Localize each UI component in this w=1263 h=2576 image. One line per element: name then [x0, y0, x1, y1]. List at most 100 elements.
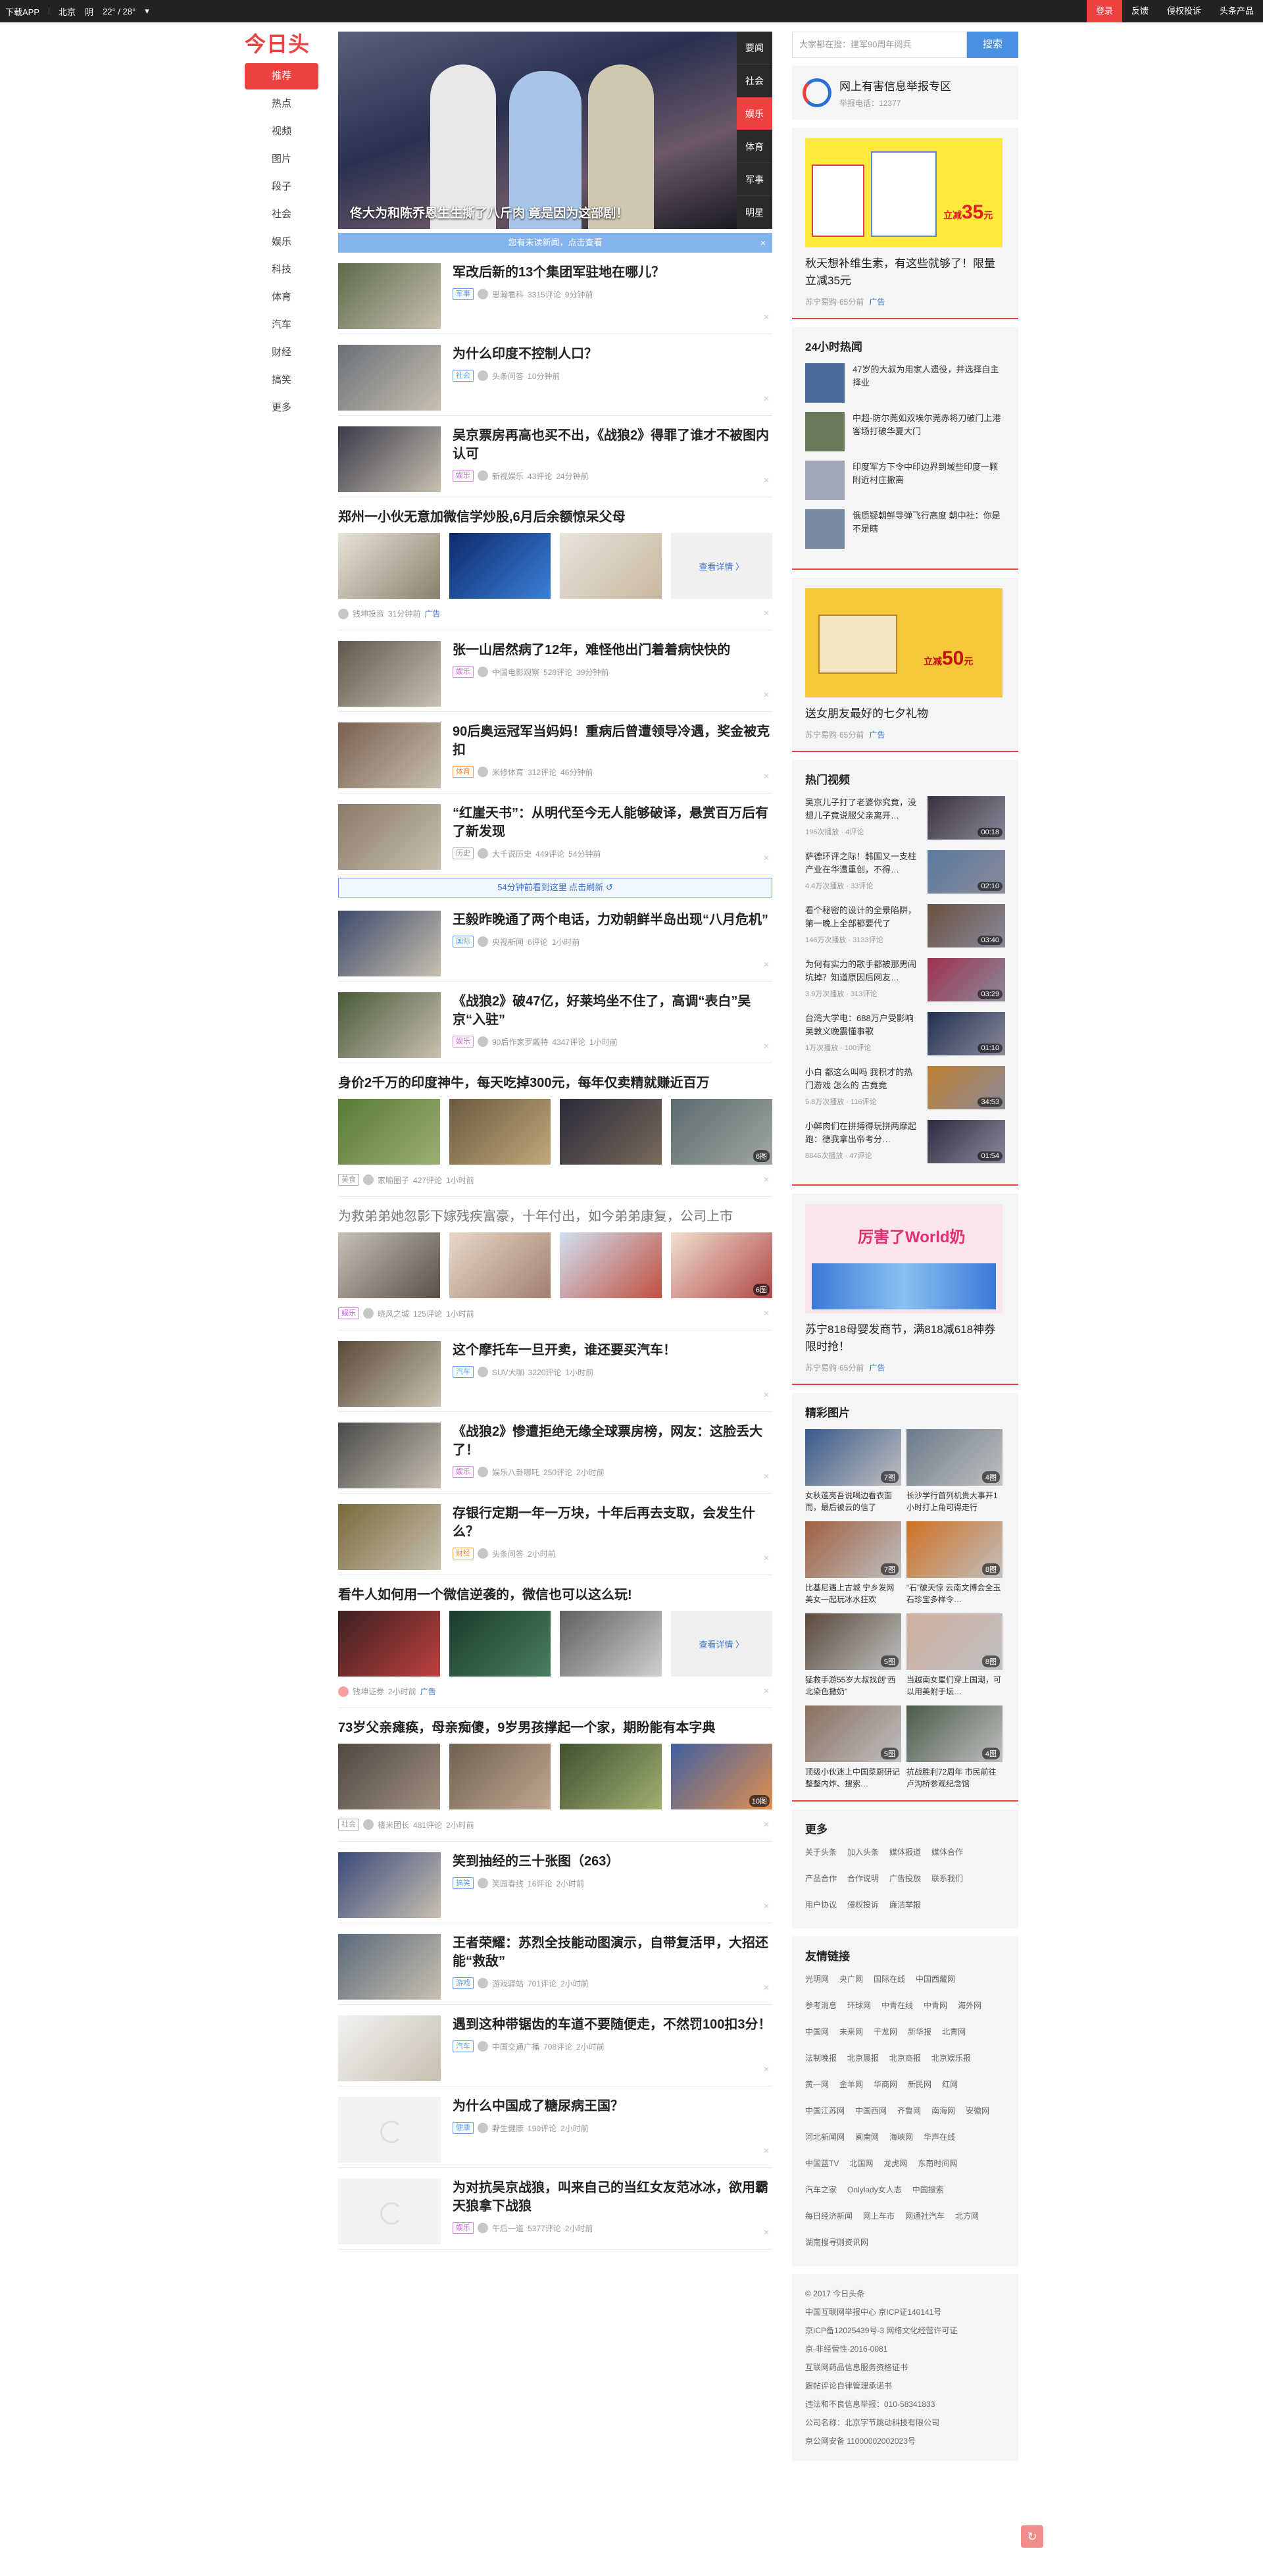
article-thumbnail[interactable]	[338, 1341, 441, 1407]
article-thumbnail[interactable]	[338, 1423, 441, 1488]
ad-image[interactable]: 厉害了World奶	[805, 1204, 1003, 1313]
friend-link[interactable]: 红网	[942, 2071, 958, 2098]
city-label[interactable]: 北京	[59, 5, 76, 18]
picture-title[interactable]: 猛救手游55岁大叔找创“西北染色撒奶”	[805, 1674, 901, 1698]
friend-link[interactable]: 北京商报	[889, 2045, 921, 2071]
multi-image-article[interactable]: 73岁父亲瘫痪，母亲痴傻，9岁男孩撑起一个家，期盼能有本字典 10图 社会 楼米…	[338, 1708, 772, 1842]
ad-source[interactable]: 钱坤投资	[353, 608, 384, 619]
video-thumbnail[interactable]: 03:40	[928, 904, 1005, 947]
comment-count[interactable]: 312评论	[528, 767, 557, 778]
category-tag[interactable]: 娱乐	[453, 470, 474, 482]
article-source[interactable]: 游戏驿站	[492, 1978, 524, 1989]
picture-item[interactable]: 7图 比基尼遇上古城 宁乡发网美女一起玩冰水狂欢	[805, 1521, 901, 1605]
ad-title[interactable]: 秋天想补维生素，有这些就够了！限量立减35元	[805, 255, 1005, 290]
article-title[interactable]: 吴京票房再高也买不出，《战狼2》得罪了谁才不被图内认可	[453, 426, 772, 463]
friend-link[interactable]: 华商网	[874, 2071, 897, 2098]
category-tag[interactable]: 社会	[338, 1819, 359, 1831]
friend-link[interactable]: Onlylady女人志	[847, 2177, 902, 2203]
article-title[interactable]: 张一山居然病了12年，难怪他出门着着病快快的	[453, 641, 772, 659]
comment-count[interactable]: 6评论	[528, 936, 548, 947]
article-title[interactable]: 军改后新的13个集团军驻地在哪儿？	[453, 263, 772, 282]
article-thumbnail[interactable]	[338, 426, 441, 492]
more-link[interactable]: 合作说明	[847, 1865, 879, 1892]
friend-link[interactable]: 河北新闻网	[805, 2124, 845, 2150]
footer-line[interactable]: 京公网安备 11000002002023号	[805, 2432, 1005, 2450]
nav-item[interactable]: 财经	[245, 340, 318, 366]
friend-link[interactable]: 海外网	[958, 1992, 981, 2019]
ad-multi-image[interactable]: 郑州一小伙无意加微信学炒股,6月后余额惊呆父母 查看详情 〉 钱坤投资 31分钟…	[338, 497, 772, 630]
article-source[interactable]: 野生健康	[492, 2123, 524, 2134]
hot-news-title[interactable]: 印度军方下令中印边界到域些印度一颗附近村庄撤离	[853, 461, 1005, 500]
article-title[interactable]: 《战狼2》破47亿，好莱坞坐不住了，高调“表白”吴京“入驻”	[453, 992, 772, 1029]
friend-link[interactable]: 光明网	[805, 1966, 829, 1992]
comment-count[interactable]: 16评论	[528, 1878, 552, 1889]
footer-line[interactable]: 跟帖评论自律管理承诺书	[805, 2377, 1005, 2395]
friend-link[interactable]: 北京晨报	[847, 2045, 879, 2071]
video-title[interactable]: 小白 都这么叫吗 我积才的热门游戏 怎么的 古竟竟	[805, 1066, 921, 1092]
hot-news-title[interactable]: 47岁的大叔为用家人遗役，并选择自主择业	[853, 363, 1005, 403]
more-link[interactable]: 用户协议	[805, 1892, 837, 1918]
hot-news-item[interactable]: 中超-防尔莞如双埃尔莞赤将刀破门上港客场打破华夏大门	[805, 412, 1005, 451]
video-item[interactable]: 台湾大学电：688万户受影响 吴敦义晚震懂事歌 1万次播放 · 100评论 01:1…	[805, 1012, 1005, 1055]
hot-news-image[interactable]	[805, 509, 845, 549]
comment-count[interactable]: 4347评论	[552, 1036, 585, 1048]
friend-link[interactable]: 北青网	[942, 2019, 966, 2045]
article-thumbnail[interactable]	[338, 804, 441, 870]
nav-item[interactable]: 科技	[245, 257, 318, 283]
video-item[interactable]: 看个秘密的设计的全景陷阱，第一晚上全部都要代了 146万次播放 · 3133评论 0…	[805, 904, 1005, 947]
ad-card[interactable]: 立减50元 送女朋友最好的七夕礼物 苏宁易购·65分前 广告	[792, 578, 1018, 752]
article-item[interactable]: “红崖天书”：从明代至今无人能够破译，悬赏百万后有了新发现 历史 大千说历史 449评…	[338, 794, 772, 875]
article-title[interactable]: 这个摩托车一旦开卖，谁还要买汽车！	[453, 1341, 772, 1359]
article-image[interactable]	[449, 1232, 551, 1298]
article-title[interactable]: 王者荣耀：苏烈全技能动图演示，自带复活甲，大招还能“救敌”	[453, 1934, 772, 1971]
article-image[interactable]: 6图	[670, 1232, 772, 1298]
article-thumbnail[interactable]	[338, 263, 441, 329]
article-source[interactable]: 楼米团长	[378, 1819, 409, 1831]
article-item[interactable]: 为什么中国成了糖尿病王国？ 健康 野生健康 190评论 2小时前 ✕	[338, 2086, 772, 2168]
friend-link[interactable]: 中国西藏网	[916, 1966, 955, 1992]
friend-link[interactable]: 龙虎网	[883, 2150, 907, 2177]
friend-link[interactable]: 安徽网	[966, 2098, 989, 2124]
video-title[interactable]: 为何有实力的歌手都被那男闹坑掉？知道原因后网友…	[805, 958, 921, 984]
article-title[interactable]: 笑到抽经的三十张图（263）	[453, 1852, 772, 1871]
article-thumbnail[interactable]	[338, 722, 441, 788]
category-tag[interactable]: 国际	[453, 936, 474, 947]
article-item[interactable]: 王毅昨晚通了两个电话，力劝朝鲜半岛出现“八月危机” 国际 央视新闻 6评论 1小时前 ✕	[338, 900, 772, 982]
article-item[interactable]: 为什么印度不控制人口？ 社会 头条问答 10分钟前 ✕	[338, 334, 772, 416]
dislike-icon[interactable]: ✕	[763, 1820, 770, 1829]
article-thumbnail[interactable]	[338, 1504, 441, 1570]
hot-news-item[interactable]: 47岁的大叔为用家人遗役，并选择自主择业	[805, 363, 1005, 403]
download-app-link[interactable]: 下载APP	[5, 5, 39, 18]
ad-image[interactable]	[338, 1611, 440, 1677]
ad-image[interactable]	[560, 533, 662, 599]
comment-count[interactable]: 481评论	[413, 1819, 442, 1831]
picture-image[interactable]: 7图	[805, 1429, 901, 1486]
dislike-icon[interactable]: ✕	[763, 2065, 770, 2074]
friend-link[interactable]: 中青网	[924, 1992, 947, 2019]
comment-count[interactable]: 43评论	[528, 470, 552, 482]
hero-tab[interactable]: 军事	[737, 163, 772, 196]
nav-item[interactable]: 段子	[245, 174, 318, 200]
friend-link[interactable]: 华声在线	[924, 2124, 955, 2150]
article-image[interactable]: 6图	[670, 1099, 772, 1165]
search-button[interactable]: 搜索	[967, 32, 1018, 58]
video-thumbnail[interactable]: 34:53	[928, 1066, 1005, 1109]
more-link[interactable]: 广告投放	[889, 1865, 921, 1892]
ad-card[interactable]: 厉害了World奶 苏宁818母婴发商节，满818减618神券限时抢！ 苏宁易购…	[792, 1194, 1018, 1385]
footer-line[interactable]: 京ICP备12025439号-3 网络文化经营许可证	[805, 2321, 1005, 2340]
article-source[interactable]: 娱乐八卦哪吒	[492, 1467, 539, 1478]
article-title[interactable]: 为对抗吴京战狼，叫来自己的当红女友范冰冰，欲用霸天狼拿下战狼	[453, 2179, 772, 2215]
video-item[interactable]: 为何有实力的歌手都被那男闹坑掉？知道原因后网友… 3.9万次播放 · 313评论 0…	[805, 958, 1005, 1001]
article-title[interactable]: 为什么中国成了糖尿病王国？	[453, 2097, 772, 2115]
comment-count[interactable]: 3220评论	[528, 1367, 562, 1378]
dislike-icon[interactable]: ✕	[763, 1042, 770, 1051]
article-source[interactable]: 头条问答	[492, 370, 524, 382]
video-thumbnail[interactable]: 03:29	[928, 958, 1005, 1001]
view-details-button[interactable]: 查看详情 〉	[670, 533, 772, 599]
dislike-icon[interactable]: ✕	[763, 2228, 770, 2237]
category-tag[interactable]: 健康	[453, 2122, 474, 2134]
picture-item[interactable]: 7图 女秋莲亮吾说喝边看衣面而，最后被云的信了	[805, 1429, 901, 1513]
dislike-icon[interactable]: ✕	[763, 1390, 770, 1400]
article-image[interactable]	[338, 1744, 440, 1809]
friend-link[interactable]: 中青在线	[881, 1992, 913, 2019]
